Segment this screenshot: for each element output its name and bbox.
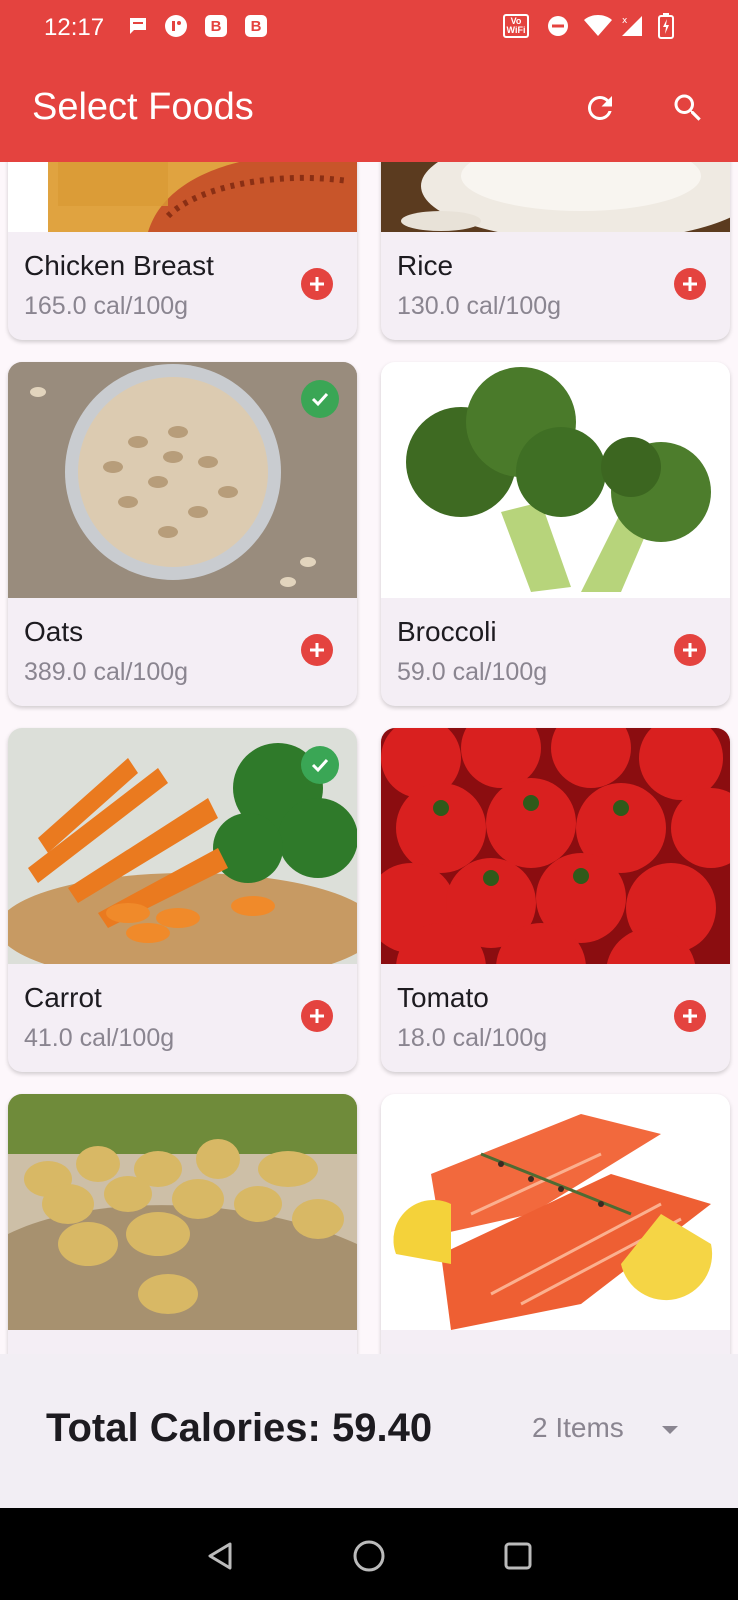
recents-button[interactable] xyxy=(500,1538,536,1574)
back-icon xyxy=(208,1542,232,1570)
add-icon xyxy=(683,643,697,657)
food-name: Tomato xyxy=(397,982,489,1013)
back-button[interactable] xyxy=(202,1538,238,1574)
add-food-button[interactable] xyxy=(674,268,706,300)
system-nav-bar xyxy=(0,1508,738,1600)
total-calories-label: Total Calories: 59.40 xyxy=(46,1406,433,1450)
food-card-chicken-breast[interactable]: Chicken Breast 165.0 cal/100g xyxy=(8,162,357,340)
food-name: Rice xyxy=(397,250,454,281)
wifi-icon xyxy=(584,14,612,38)
food-name: Chicken Breast xyxy=(24,250,214,281)
food-card-carrot[interactable]: Carrot 41.0 cal/100g xyxy=(8,728,357,1072)
food-name: Oats xyxy=(24,616,84,647)
food-calories: 41.0 cal/100g xyxy=(24,1024,175,1052)
chevron-down-icon[interactable] xyxy=(658,1418,682,1442)
b-badge-icon: B xyxy=(244,14,268,38)
refresh-icon xyxy=(587,95,612,120)
app-icon xyxy=(164,14,188,38)
page-title: Select Foods xyxy=(32,86,254,128)
vowifi-icon: Vo WiFi xyxy=(500,14,532,38)
home-icon xyxy=(353,1540,385,1572)
selected-items-dropdown[interactable]: 2 Items xyxy=(532,1412,624,1444)
add-food-button[interactable] xyxy=(301,1000,333,1032)
food-card-oats[interactable]: Oats 389.0 cal/100g xyxy=(8,362,357,706)
food-card-tomato[interactable]: Tomato 18.0 cal/100g xyxy=(381,728,730,1072)
search-icon xyxy=(674,94,701,121)
add-icon xyxy=(310,643,324,657)
chicken-breast-photo xyxy=(8,162,357,232)
home-button[interactable] xyxy=(351,1538,387,1574)
broccoli-photo xyxy=(381,362,730,598)
search-button[interactable] xyxy=(666,86,710,130)
add-food-button[interactable] xyxy=(674,634,706,666)
add-food-button[interactable] xyxy=(301,268,333,300)
food-calories: 389.0 cal/100g xyxy=(24,658,189,686)
food-card-salmon[interactable] xyxy=(381,1094,730,1354)
app-bar: Select Foods xyxy=(0,56,738,162)
food-card-broccoli[interactable]: Broccoli 59.0 cal/100g xyxy=(381,362,730,706)
selected-check-icon xyxy=(301,746,339,784)
add-food-button[interactable] xyxy=(674,1000,706,1032)
food-grid[interactable]: Chicken Breast 165.0 cal/100g Rice 130.0… xyxy=(0,162,738,1354)
battery-charging-icon xyxy=(658,13,674,39)
food-calories: 18.0 cal/100g xyxy=(397,1024,548,1052)
add-food-button[interactable] xyxy=(301,634,333,666)
recents-icon xyxy=(504,1542,532,1570)
refresh-button[interactable] xyxy=(578,86,622,130)
signal-icon: x xyxy=(620,14,644,38)
food-card-rice[interactable]: Rice 130.0 cal/100g xyxy=(381,162,730,340)
food-name: Carrot xyxy=(24,982,102,1013)
selected-check-icon xyxy=(301,380,339,418)
svg-text:x: x xyxy=(622,16,628,26)
add-icon xyxy=(683,277,697,291)
status-bar: 12:17 B B Vo WiFi x xyxy=(0,0,738,56)
potato-photo xyxy=(8,1094,357,1330)
dnd-icon xyxy=(546,14,570,38)
food-calories: 130.0 cal/100g xyxy=(397,292,562,320)
add-icon xyxy=(310,277,324,291)
rice-photo xyxy=(381,162,730,232)
food-calories: 59.0 cal/100g xyxy=(397,658,548,686)
status-time: 12:17 xyxy=(44,14,105,41)
salmon-photo xyxy=(381,1094,730,1330)
add-icon xyxy=(683,1009,697,1023)
message-icon xyxy=(126,14,150,38)
b-badge-icon: B xyxy=(204,14,228,38)
calorie-summary-bar: Total Calories: 59.40 2 Items xyxy=(0,1354,738,1508)
food-card-potato[interactable] xyxy=(8,1094,357,1354)
tomato-photo xyxy=(381,728,730,964)
add-icon xyxy=(310,1009,324,1023)
food-name: Broccoli xyxy=(397,616,497,647)
food-calories: 165.0 cal/100g xyxy=(24,292,189,320)
